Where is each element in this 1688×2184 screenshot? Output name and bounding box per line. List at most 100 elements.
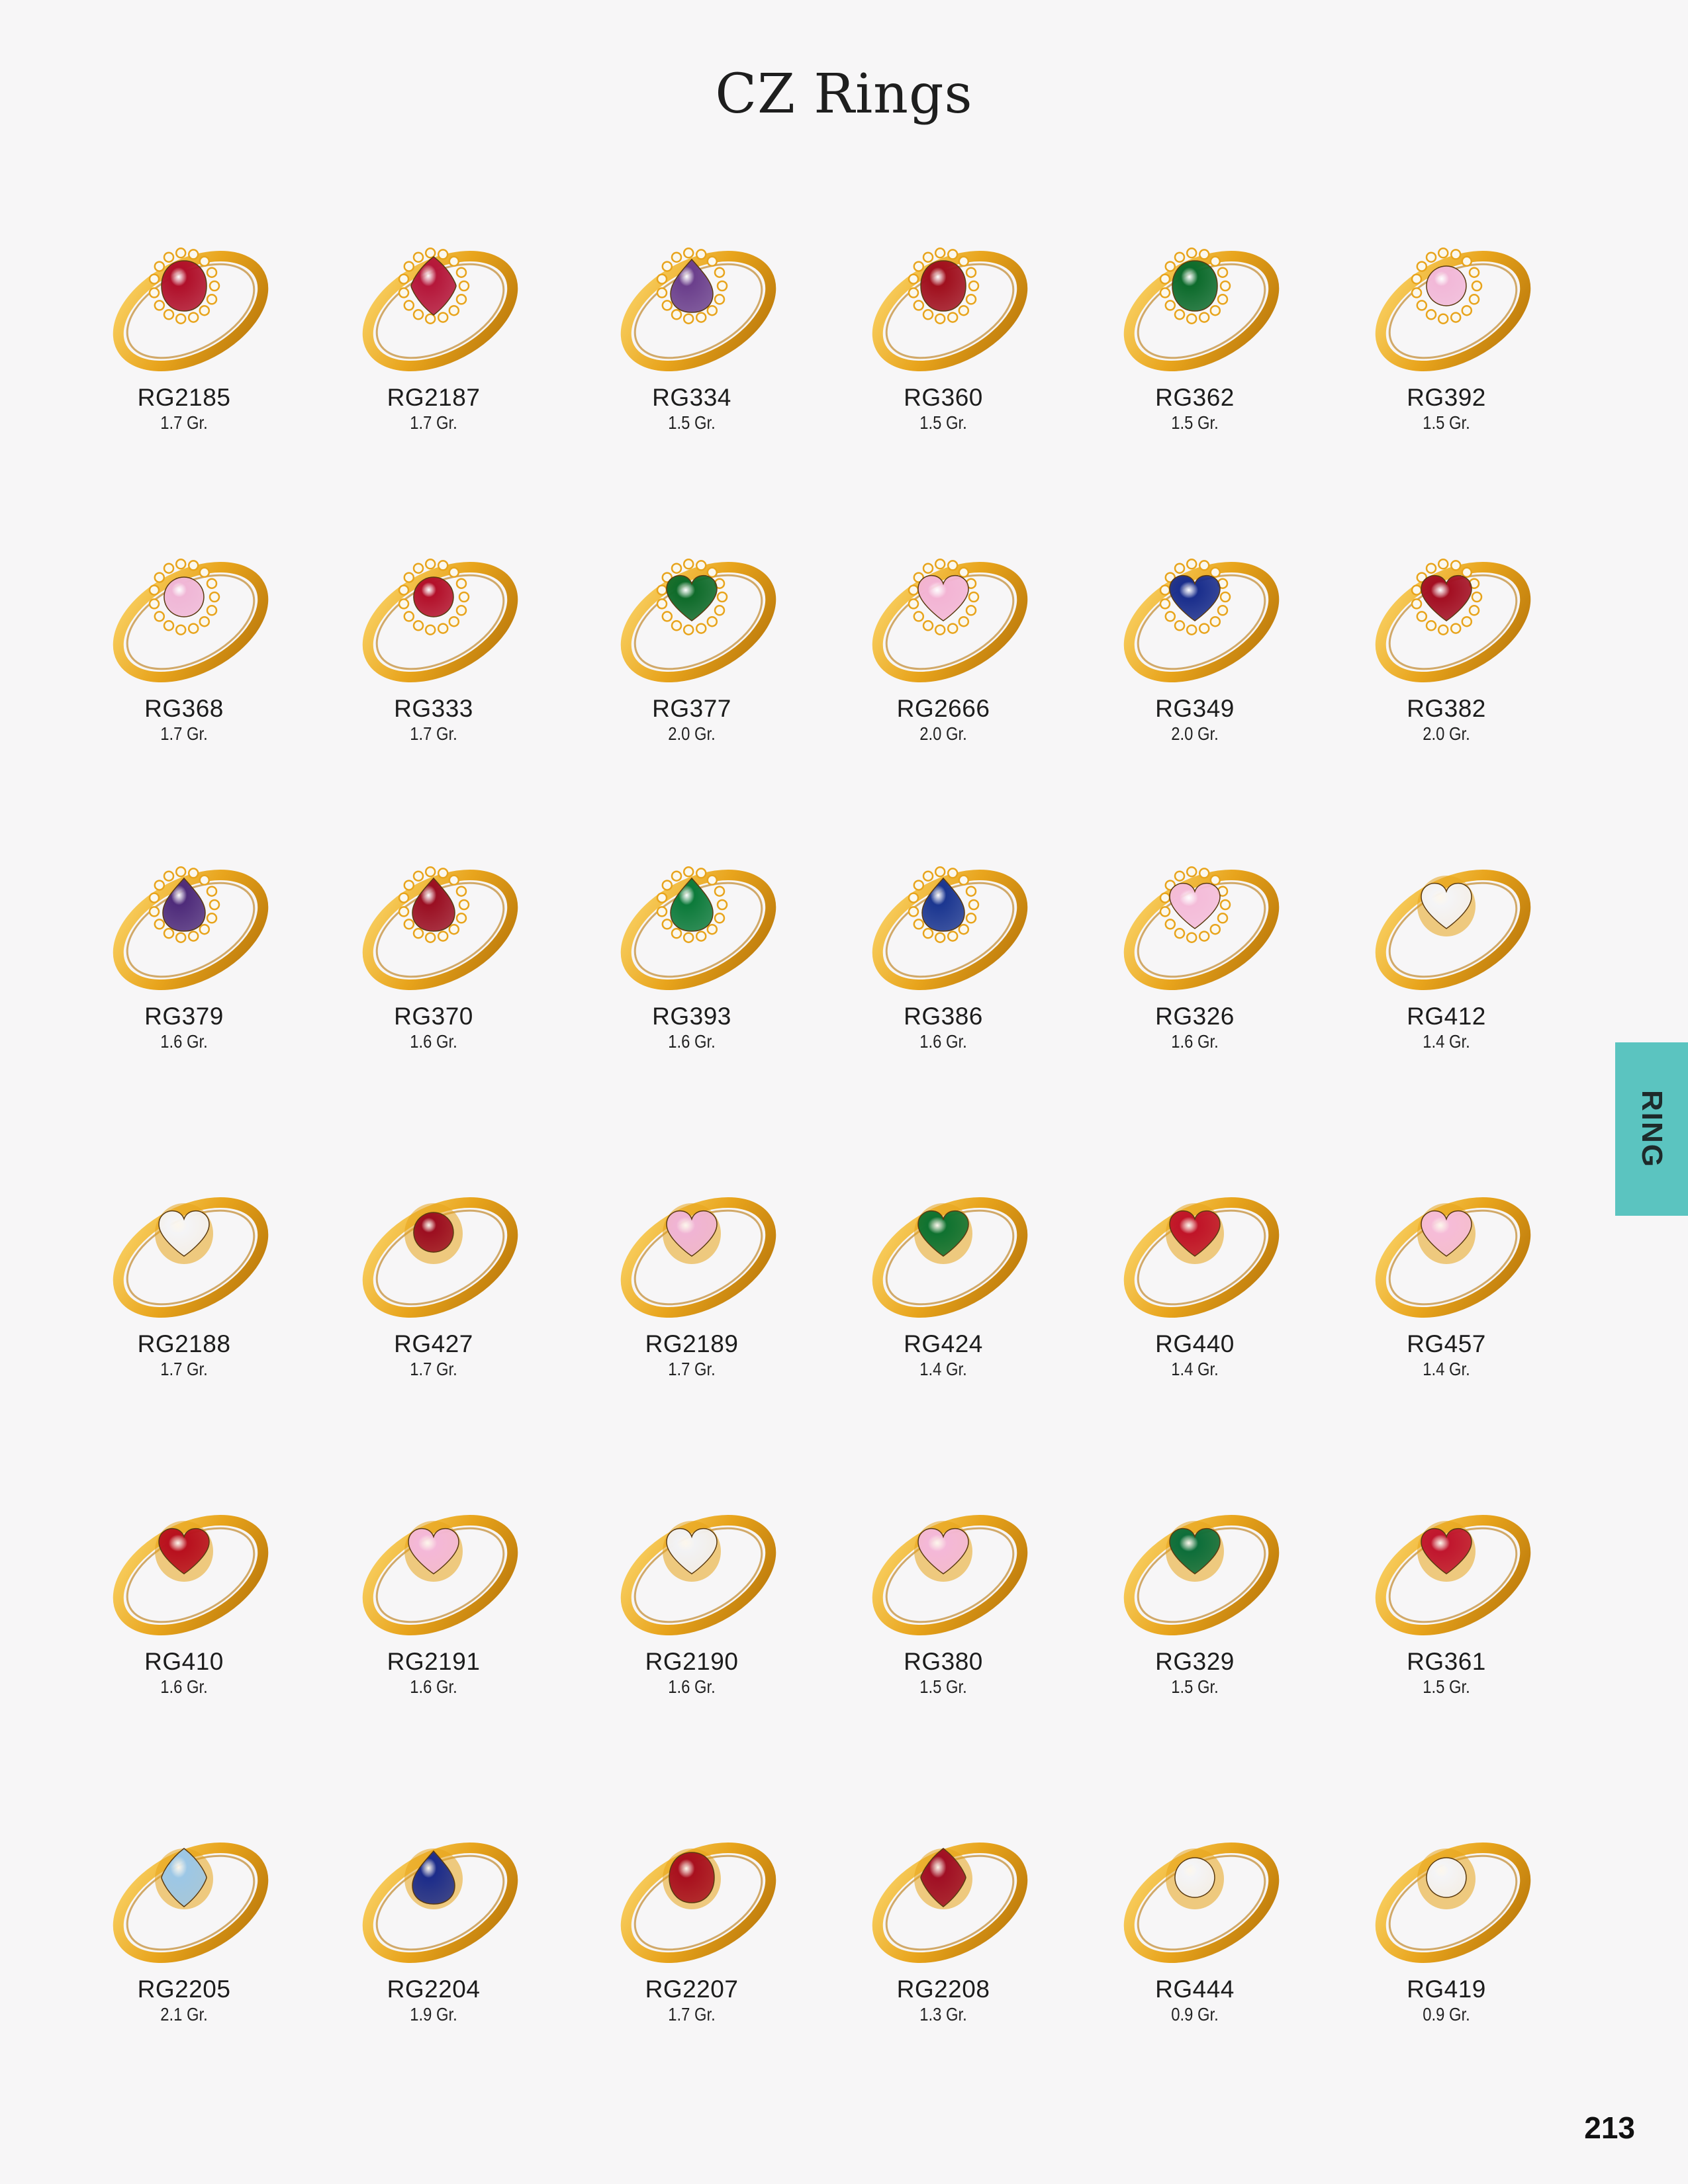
product-card[interactable]: RG2205 2.1 Gr.: [52, 1810, 316, 2101]
product-weight: 2.0 Gr.: [1171, 723, 1219, 744]
page-number: 213: [1584, 2111, 1635, 2145]
product-weight: 1.6 Gr.: [160, 1676, 208, 1697]
ring-image: [620, 559, 776, 682]
product-card[interactable]: RG362 1.5 Gr.: [1062, 218, 1327, 510]
product-weight: 1.6 Gr.: [160, 1031, 208, 1052]
product-card[interactable]: RG2204 1.9 Gr.: [301, 1810, 566, 2101]
gemstone: [1421, 574, 1472, 621]
product-code: RG457: [1407, 1330, 1486, 1357]
ring-image: [872, 559, 1028, 682]
section-tab-ring[interactable]: RING: [1615, 1042, 1688, 1216]
product-card[interactable]: RG2190 1.6 Gr.: [559, 1482, 824, 1774]
ring-image: [1123, 1843, 1280, 1963]
gemstone: [920, 260, 966, 312]
product-code: RG2187: [387, 384, 481, 411]
ring-image: [362, 1843, 518, 1963]
ring-image: [362, 1197, 518, 1318]
product-card[interactable]: RG329 1.5 Gr.: [1062, 1482, 1327, 1774]
gemstone: [1426, 265, 1467, 306]
product-card[interactable]: RG2208 1.3 Gr.: [811, 1810, 1076, 2101]
product-card[interactable]: RG392 1.5 Gr.: [1314, 218, 1579, 510]
product-code: RG2205: [137, 1976, 231, 2003]
gemstone: [1174, 1857, 1215, 1898]
ring-image: [1123, 866, 1280, 990]
product-card[interactable]: RG360 1.5 Gr.: [811, 218, 1076, 510]
product-weight: 1.7 Gr.: [668, 2004, 716, 2025]
ring-image: [113, 866, 269, 990]
product-weight: 1.7 Gr.: [410, 412, 457, 433]
ring-image: [620, 866, 776, 990]
product-card[interactable]: RG334 1.5 Gr.: [559, 218, 824, 510]
product-card[interactable]: RG379 1.6 Gr.: [52, 837, 316, 1128]
product-card[interactable]: RG382 2.0 Gr.: [1314, 529, 1579, 821]
product-code: RG368: [144, 695, 224, 722]
product-card[interactable]: RG2189 1.7 Gr.: [559, 1165, 824, 1456]
ring-image: [362, 559, 518, 682]
gemstone: [917, 574, 969, 621]
product-card[interactable]: RG2207 1.7 Gr.: [559, 1810, 824, 2101]
product-weight: 1.7 Gr.: [410, 723, 457, 744]
ring-image: [620, 1197, 776, 1318]
product-code: RG380: [904, 1648, 983, 1675]
gemstone: [413, 576, 454, 617]
product-code: RG349: [1155, 695, 1235, 722]
ring-image: [872, 1843, 1028, 1963]
product-weight: 1.9 Gr.: [410, 2004, 457, 2025]
product-card[interactable]: RG424 1.4 Gr.: [811, 1165, 1076, 1456]
product-card[interactable]: RG410 1.6 Gr.: [52, 1482, 316, 1774]
product-card[interactable]: RG380 1.5 Gr.: [811, 1482, 1076, 1774]
ring-image: [620, 1515, 776, 1635]
ring-image: [113, 1515, 269, 1635]
product-code: RG2208: [896, 1976, 990, 2003]
gemstone: [1169, 882, 1221, 929]
gemstone: [666, 574, 718, 621]
product-card[interactable]: RG419 0.9 Gr.: [1314, 1810, 1579, 2101]
product-card[interactable]: RG427 1.7 Gr.: [301, 1165, 566, 1456]
product-weight: 1.5 Gr.: [1171, 1676, 1219, 1697]
product-code: RG392: [1407, 384, 1486, 411]
product-weight: 1.7 Gr.: [160, 412, 208, 433]
ring-image: [620, 248, 776, 371]
product-weight: 1.4 Gr.: [1171, 1359, 1219, 1379]
product-card[interactable]: RG393 1.6 Gr.: [559, 837, 824, 1128]
product-card[interactable]: RG386 1.6 Gr.: [811, 837, 1076, 1128]
ring-image: [113, 248, 269, 371]
ring-image: [1375, 1843, 1531, 1963]
ring-image: [113, 1197, 269, 1318]
product-code: RG2185: [137, 384, 231, 411]
product-card[interactable]: RG2187 1.7 Gr.: [301, 218, 566, 510]
ring-image: [113, 1843, 269, 1963]
product-card[interactable]: RG370 1.6 Gr.: [301, 837, 566, 1128]
product-card[interactable]: RG368 1.7 Gr.: [52, 529, 316, 821]
product-card[interactable]: RG361 1.5 Gr.: [1314, 1482, 1579, 1774]
product-card[interactable]: RG412 1.4 Gr.: [1314, 837, 1579, 1128]
ring-image: [1123, 559, 1280, 682]
product-card[interactable]: RG444 0.9 Gr.: [1062, 1810, 1327, 2101]
product-card[interactable]: RG2666 2.0 Gr.: [811, 529, 1076, 821]
gemstone: [164, 576, 205, 617]
ring-image: [362, 866, 518, 990]
product-weight: 1.4 Gr.: [1423, 1359, 1470, 1379]
product-code: RG2190: [645, 1648, 739, 1675]
product-weight: 1.6 Gr.: [410, 1031, 457, 1052]
product-card[interactable]: RG2185 1.7 Gr.: [52, 218, 316, 510]
product-code: RG334: [652, 384, 731, 411]
product-card[interactable]: RG349 2.0 Gr.: [1062, 529, 1327, 821]
product-card[interactable]: RG2191 1.6 Gr.: [301, 1482, 566, 1774]
product-weight: 1.4 Gr.: [1423, 1031, 1470, 1052]
ring-image: [620, 1843, 776, 1963]
product-weight: 0.9 Gr.: [1423, 2004, 1470, 2025]
product-weight: 1.5 Gr.: [919, 412, 967, 433]
ring-image: [872, 866, 1028, 990]
product-card[interactable]: RG377 2.0 Gr.: [559, 529, 824, 821]
gemstone: [1169, 574, 1221, 621]
product-weight: 2.0 Gr.: [919, 723, 967, 744]
product-card[interactable]: RG457 1.4 Gr.: [1314, 1165, 1579, 1456]
product-card[interactable]: RG326 1.6 Gr.: [1062, 837, 1327, 1128]
product-card[interactable]: RG2188 1.7 Gr.: [52, 1165, 316, 1456]
ring-image: [1375, 248, 1531, 371]
product-card[interactable]: RG333 1.7 Gr.: [301, 529, 566, 821]
product-card[interactable]: RG440 1.4 Gr.: [1062, 1165, 1327, 1456]
product-code: RG2666: [896, 695, 990, 722]
gemstone: [413, 1212, 454, 1253]
